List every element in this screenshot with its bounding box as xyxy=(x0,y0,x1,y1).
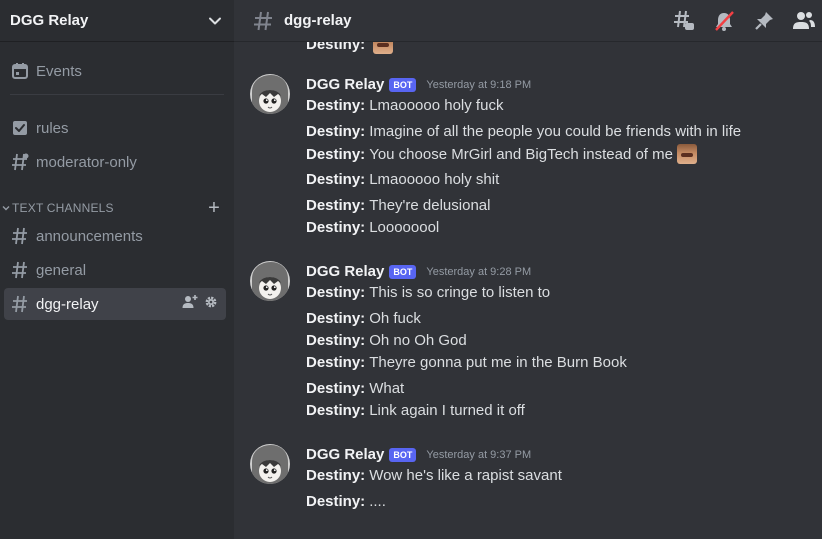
message-author: Destiny: xyxy=(306,402,366,419)
message-line: Destiny: xyxy=(306,42,394,54)
message-header: DGG Relay BOT Yesterday at 9:18 PM xyxy=(306,76,531,93)
username[interactable]: DGG Relay xyxy=(306,446,384,463)
message-author: Destiny: xyxy=(306,354,366,371)
message-text: Loooooool xyxy=(369,219,440,236)
sidebar-item-label: general xyxy=(36,261,87,279)
sidebar-item-events[interactable]: Events xyxy=(4,55,226,87)
custom-emoji-icon xyxy=(676,144,697,164)
message-text: Oh no Oh God xyxy=(369,332,467,349)
pin-icon[interactable] xyxy=(752,9,776,33)
category-label: TEXT CHANNELS xyxy=(12,201,114,215)
calendar-icon xyxy=(10,61,30,81)
message-header: DGG Relay BOT Yesterday at 9:28 PM xyxy=(306,263,531,280)
channel-title: dgg-relay xyxy=(284,12,352,29)
sidebar-item-label: moderator-only xyxy=(36,153,137,171)
bot-badge: BOT xyxy=(389,264,417,279)
message-author: Destiny: xyxy=(306,197,366,214)
notification-muted-icon[interactable] xyxy=(712,9,736,33)
message-line: Destiny: What xyxy=(306,380,404,397)
chevron-down-icon xyxy=(2,204,10,212)
timestamp: Yesterday at 9:28 PM xyxy=(426,265,532,278)
message-list[interactable]: Destiny: DGG Relay BOT Yesterday at 9:18… xyxy=(234,42,822,539)
message-author: Destiny: xyxy=(306,284,366,301)
timestamp: Yesterday at 9:37 PM xyxy=(426,448,532,461)
username[interactable]: DGG Relay xyxy=(306,263,384,280)
sidebar-item-label: dgg-relay xyxy=(36,295,99,313)
message-author: Destiny: xyxy=(306,467,366,484)
custom-emoji-icon xyxy=(373,42,394,54)
message-line: Destiny: Loooooool xyxy=(306,219,439,236)
message-text: Theyre gonna put me in the Burn Book xyxy=(369,354,627,371)
message-author: Destiny: xyxy=(306,171,366,188)
message-text: What xyxy=(369,380,405,397)
message-author: Destiny: xyxy=(306,97,366,114)
message-text: Lmaooooo holy shit xyxy=(369,171,500,188)
message-author: Destiny: xyxy=(306,145,366,163)
bot-badge: BOT xyxy=(389,447,417,462)
message-author: Destiny: xyxy=(306,380,366,397)
message-author: Destiny: xyxy=(306,493,366,510)
message-text: You choose MrGirl and BigTech instead of… xyxy=(369,145,673,163)
sidebar-item-dgg-relay[interactable]: dgg-relay xyxy=(4,288,226,320)
sidebar-item-announcements[interactable]: announcements xyxy=(4,220,226,252)
message-text: .... xyxy=(369,493,386,510)
message-line: Destiny: You choose MrGirl and BigTech in… xyxy=(306,144,697,164)
hash-icon xyxy=(10,226,30,246)
message-line: Destiny: Imagine of all the people you co… xyxy=(306,123,741,140)
threads-icon[interactable] xyxy=(672,9,696,33)
sidebar-divider xyxy=(10,94,224,95)
checkbox-icon xyxy=(10,118,30,138)
avatar[interactable] xyxy=(250,444,290,484)
avatar[interactable] xyxy=(250,74,290,114)
timestamp: Yesterday at 9:18 PM xyxy=(426,78,532,91)
message-line: Destiny: Lmaooooo holy shit xyxy=(306,171,499,188)
message-line: Destiny: Oh no Oh God xyxy=(306,332,467,349)
message-author: Destiny: xyxy=(306,123,366,140)
message-line: Destiny: Theyre gonna put me in the Burn … xyxy=(306,354,627,371)
category-text-channels[interactable]: TEXT CHANNELS + xyxy=(0,198,234,218)
avatar[interactable] xyxy=(250,261,290,301)
message-text: Lmaooooo holy fuck xyxy=(369,97,504,114)
hash-icon xyxy=(10,294,30,314)
message-author: Destiny: xyxy=(306,219,366,236)
sidebar-item-moderator-only[interactable]: moderator-only xyxy=(4,146,226,178)
message-text: Wow he's like a rapist savant xyxy=(369,467,562,484)
bot-badge: BOT xyxy=(389,77,417,92)
server-header[interactable]: DGG Relay xyxy=(0,0,234,42)
channel-header: dgg-relay xyxy=(234,0,822,42)
message-text: They're delusional xyxy=(369,197,491,214)
message-line: Destiny: Lmaooooo holy fuck xyxy=(306,97,503,114)
sidebar-item-label: Events xyxy=(36,62,82,80)
message-line: Destiny:.... xyxy=(306,493,386,510)
message-line: Destiny: Wow he's like a rapist savant xyxy=(306,467,562,484)
invite-member-icon[interactable] xyxy=(182,294,198,314)
sidebar-item-label: announcements xyxy=(36,227,143,245)
message-text: Link again I turned it off xyxy=(369,402,525,419)
hash-icon xyxy=(10,260,30,280)
channel-sidebar: DGG Relay Events rules moderator-only TE… xyxy=(0,0,234,539)
sidebar-item-label: rules xyxy=(36,119,69,137)
message-text: Oh fuck xyxy=(369,310,421,327)
gear-icon[interactable] xyxy=(204,295,218,313)
hash-icon xyxy=(252,9,276,33)
message-author: Destiny: xyxy=(306,310,366,327)
message-line: Destiny: Oh fuck xyxy=(306,310,421,327)
member-list-icon[interactable] xyxy=(792,9,816,33)
message-text: Imagine of all the people you could be f… xyxy=(369,123,742,140)
hash-icon xyxy=(10,152,30,172)
message-author: Destiny: xyxy=(306,332,366,349)
username[interactable]: DGG Relay xyxy=(306,76,384,93)
server-name: DGG Relay xyxy=(10,12,89,29)
message-text: This is so cringe to listen to xyxy=(369,284,551,301)
sidebar-item-general[interactable]: general xyxy=(4,254,226,286)
chat-area: dgg-relay Destiny: DGG Relay BOT Yesterd… xyxy=(234,0,822,539)
message-header: DGG Relay BOT Yesterday at 9:37 PM xyxy=(306,446,531,463)
sidebar-item-rules[interactable]: rules xyxy=(4,112,226,144)
message-author: Destiny: xyxy=(306,42,366,53)
message-line: Destiny: They're delusional xyxy=(306,197,490,214)
message-line: Destiny: This is so cringe to listen to xyxy=(306,284,550,301)
chevron-down-icon xyxy=(208,14,222,28)
message-line: Destiny: Link again I turned it off xyxy=(306,402,525,419)
add-channel-icon[interactable]: + xyxy=(208,198,220,218)
